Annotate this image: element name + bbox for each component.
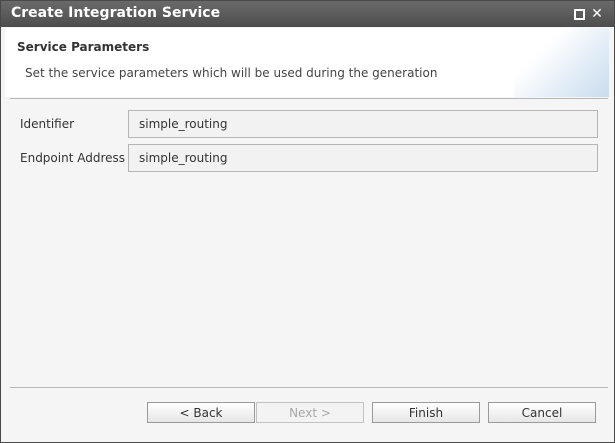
maximize-icon bbox=[573, 8, 585, 20]
create-integration-service-dialog: Create Integration Service ✕ Service Par… bbox=[0, 0, 615, 443]
header-divider bbox=[10, 98, 608, 99]
header-banner-image bbox=[514, 28, 609, 97]
page-title: Service Parameters bbox=[17, 40, 150, 54]
next-button[interactable]: Next > bbox=[256, 402, 364, 423]
identifier-label: Identifier bbox=[20, 117, 75, 131]
endpoint-address-label: Endpoint Address bbox=[20, 151, 126, 165]
back-button[interactable]: < Back bbox=[147, 402, 255, 423]
finish-button[interactable]: Finish bbox=[372, 402, 480, 423]
cancel-button[interactable]: Cancel bbox=[488, 402, 596, 423]
wizard-header: Service Parameters Set the service param… bbox=[5, 28, 609, 97]
close-icon: ✕ bbox=[591, 6, 603, 22]
page-description: Set the service parameters which will be… bbox=[25, 66, 438, 80]
identifier-input[interactable] bbox=[128, 110, 598, 138]
endpoint-address-input[interactable] bbox=[128, 144, 598, 172]
title-bar[interactable]: Create Integration Service ✕ bbox=[1, 1, 614, 27]
maximize-button[interactable] bbox=[572, 7, 586, 21]
dialog-title: Create Integration Service bbox=[11, 5, 221, 21]
footer-divider bbox=[10, 387, 608, 388]
close-button[interactable]: ✕ bbox=[590, 7, 604, 21]
